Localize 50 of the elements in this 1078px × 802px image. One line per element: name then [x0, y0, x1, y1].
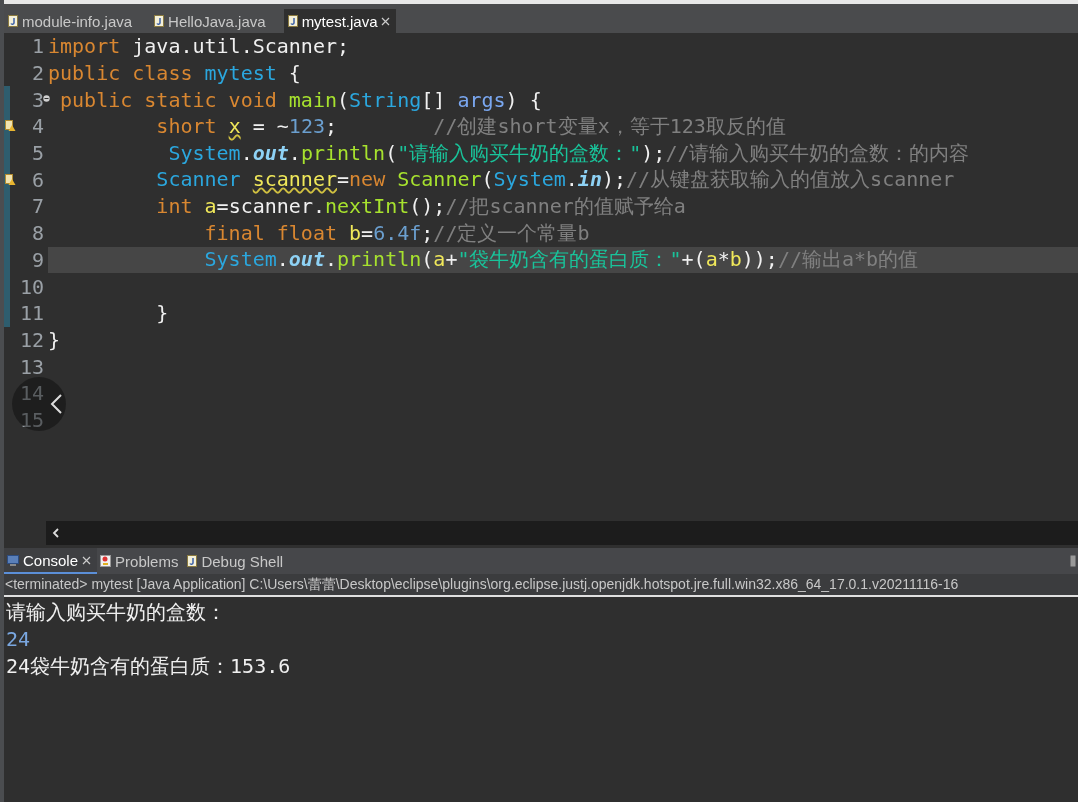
console-status: <terminated> mytest [Java Application] C:\Users\蕾蕾\Desktop\eclipse\plugins\org.eclipse.justj.openjdk.hotspot.jre.full.win32.x86_64_17.0.1.v20211116-16: [4, 574, 1078, 597]
line-number: 2: [31, 61, 44, 86]
warning-marker-icon[interactable]: [5, 120, 16, 133]
console-line: 24袋牛奶含有的蛋白质：153.6: [6, 653, 292, 680]
code-line: int a=scanner.nextInt();//把scanner的值赋予给a: [155, 192, 686, 220]
java-file-icon: [287, 15, 298, 27]
line-number: 6: [31, 167, 44, 192]
console-tab[interactable]: Problems: [97, 548, 185, 574]
console-line: 24: [6, 626, 32, 653]
line-number: 15: [19, 407, 44, 432]
horizontal-scrollbar[interactable]: [46, 521, 1078, 545]
line-number: 14: [19, 381, 44, 406]
console-tab[interactable]: Console: [4, 548, 98, 574]
editor-tab[interactable]: HelloJava.java: [150, 9, 284, 33]
line-number: 8: [31, 221, 44, 246]
line-number: 5: [31, 141, 44, 166]
problems-icon: [100, 555, 112, 567]
editor-tab[interactable]: mytest.java: [283, 9, 397, 33]
line-number: 10: [19, 274, 44, 299]
close-icon[interactable]: [381, 16, 391, 26]
line-number: 7: [31, 194, 44, 219]
line-number: 1: [31, 34, 44, 59]
code-line: }: [155, 301, 169, 326]
code-line: System.out.println(a+"袋牛奶含有的蛋白质："+(a*b));//输出a*b的值: [203, 246, 919, 274]
java-file-icon: [8, 15, 18, 27]
line-number: 12: [19, 327, 44, 352]
code-line: import java.util.Scanner;: [48, 34, 350, 59]
code-line: System.out.println("请输入购买牛奶的盒数：");//请输入购买牛奶的盒数：的内容: [167, 139, 970, 167]
monitor-icon: [7, 554, 19, 566]
fold-icon[interactable]: [43, 94, 50, 102]
line-number: 9: [31, 247, 44, 272]
java-file-icon: [154, 15, 165, 27]
close-icon[interactable]: [82, 555, 92, 565]
code-line: }: [48, 327, 61, 352]
code-line: final float b=6.4f;//定义一个常量b: [203, 219, 590, 247]
line-number: 3: [31, 87, 44, 112]
code-line: public static void main(String[] args) {: [59, 87, 542, 112]
console-tab[interactable]: Debug Shell: [184, 548, 290, 574]
java-file-icon: [187, 555, 198, 567]
console-line: 请输入购买牛奶的盒数：: [6, 599, 227, 626]
code-line: public class mytest {: [48, 61, 301, 86]
code-line: short x = ~123; //创建short变量x，等于123取反的值: [155, 112, 786, 140]
chevron-left-icon: [49, 393, 63, 415]
warning-marker-icon[interactable]: [5, 173, 16, 186]
code-line: Scanner scanner=new Scanner(System.in);//从键盘获取输入的值放入scanner: [155, 166, 955, 194]
line-number: 13: [19, 354, 44, 379]
scroll-left-icon[interactable]: [52, 528, 60, 538]
line-number: 11: [19, 301, 44, 326]
editor-tab[interactable]: module-info.java: [4, 9, 151, 33]
line-number: 4: [31, 114, 44, 139]
